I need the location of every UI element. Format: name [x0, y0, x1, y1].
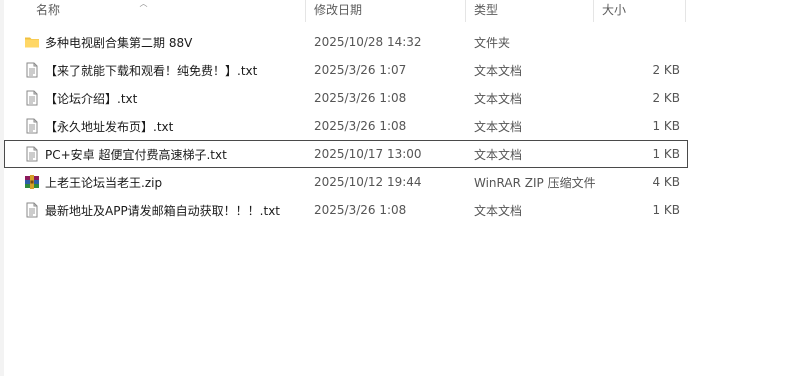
column-header-name[interactable]: ︿ 名称	[4, 0, 306, 22]
file-date-cell: 2025/3/26 1:08	[314, 119, 407, 133]
file-name-label: PC+安卓 超便宜付费高速梯子.txt	[45, 147, 227, 162]
file-name-label: 上老王论坛当老王.zip	[45, 175, 163, 190]
file-type-cell: 文本文档	[474, 119, 523, 134]
file-date-cell: 2025/3/26 1:08	[314, 203, 407, 217]
file-date-cell: 2025/10/28 14:32	[314, 35, 422, 49]
text-file-icon	[24, 62, 40, 78]
file-name-cell: 【论坛介绍】.txt	[5, 90, 307, 107]
file-date-cell: 2025/3/26 1:08	[314, 91, 407, 105]
file-size-cell: 2 KB	[652, 63, 680, 77]
text-file-icon	[24, 90, 40, 106]
file-name-cell: 【永久地址发布页】.txt	[5, 118, 307, 135]
file-name-cell: 多种电视剧合集第二期 88V	[5, 34, 307, 51]
text-file-icon	[24, 146, 40, 162]
file-row[interactable]: 【来了就能下载和观看！纯免费！】.txt 2025/3/26 1:07 文本文档 2 …	[4, 56, 688, 84]
file-type-cell: WinRAR ZIP 压缩文件	[474, 175, 595, 190]
file-type-cell: 文本文档	[474, 91, 523, 106]
file-type-cell: 文本文档	[474, 203, 523, 218]
file-size-cell: 1 KB	[652, 203, 680, 217]
file-size-cell: 1 KB	[652, 119, 680, 133]
file-name-cell: 【来了就能下载和观看！纯免费！】.txt	[5, 62, 307, 79]
file-row[interactable]: 多种电视剧合集第二期 88V 2025/10/28 14:32 文件夹	[4, 28, 688, 56]
column-header-size[interactable]: 大小	[594, 0, 686, 22]
file-row[interactable]: PC+安卓 超便宜付费高速梯子.txt 2025/10/17 13:00 文本文档 1…	[4, 140, 688, 168]
column-header-date[interactable]: 修改日期	[306, 0, 466, 22]
folder-icon	[24, 34, 40, 50]
winrar-archive-icon	[24, 174, 40, 190]
file-explorer-pane: ︿ 名称 修改日期 类型 大小 多种电视剧合集第二期 88V 2025/10/28…	[0, 0, 800, 376]
text-file-icon	[24, 202, 40, 218]
file-date-cell: 2025/3/26 1:07	[314, 63, 407, 77]
file-size-cell: 2 KB	[652, 91, 680, 105]
text-file-icon	[24, 118, 40, 134]
file-row[interactable]: 上老王论坛当老王.zip 2025/10/12 19:44 WinRAR ZIP 压…	[4, 168, 688, 196]
file-list: 多种电视剧合集第二期 88V 2025/10/28 14:32 文件夹【来了就能下载…	[4, 28, 688, 224]
file-name-cell: PC+安卓 超便宜付费高速梯子.txt	[5, 146, 307, 163]
file-name-label: 最新地址及APP请发邮箱自动获取！！！.txt	[45, 203, 281, 218]
column-header-bar: ︿ 名称 修改日期 类型 大小	[4, 0, 688, 22]
file-row[interactable]: 【永久地址发布页】.txt 2025/3/26 1:08 文本文档 1 KB	[4, 112, 688, 140]
file-type-cell: 文本文档	[474, 147, 523, 162]
file-size-cell: 1 KB	[652, 147, 680, 161]
file-date-cell: 2025/10/17 13:00	[314, 147, 422, 161]
column-header-size-label: 大小	[602, 3, 627, 17]
file-date-cell: 2025/10/12 19:44	[314, 175, 422, 189]
sort-arrow-icon: ︿	[139, 0, 148, 8]
file-size-cell: 4 KB	[652, 175, 680, 189]
file-name-label: 【永久地址发布页】.txt	[45, 119, 174, 134]
file-name-label: 【论坛介绍】.txt	[45, 91, 138, 106]
column-header-name-label: 名称	[36, 3, 61, 17]
file-type-cell: 文本文档	[474, 63, 523, 78]
column-header-type[interactable]: 类型	[466, 0, 594, 22]
file-row[interactable]: 最新地址及APP请发邮箱自动获取！！！.txt 2025/3/26 1:08 文本文…	[4, 196, 688, 224]
column-header-date-label: 修改日期	[314, 3, 363, 17]
file-name-label: 多种电视剧合集第二期 88V	[45, 35, 193, 50]
column-header-type-label: 类型	[474, 3, 499, 17]
file-name-cell: 最新地址及APP请发邮箱自动获取！！！.txt	[5, 202, 307, 219]
file-row[interactable]: 【论坛介绍】.txt 2025/3/26 1:08 文本文档 2 KB	[4, 84, 688, 112]
file-name-cell: 上老王论坛当老王.zip	[5, 174, 307, 191]
file-name-label: 【来了就能下载和观看！纯免费！】.txt	[45, 63, 258, 78]
file-type-cell: 文件夹	[474, 35, 511, 50]
